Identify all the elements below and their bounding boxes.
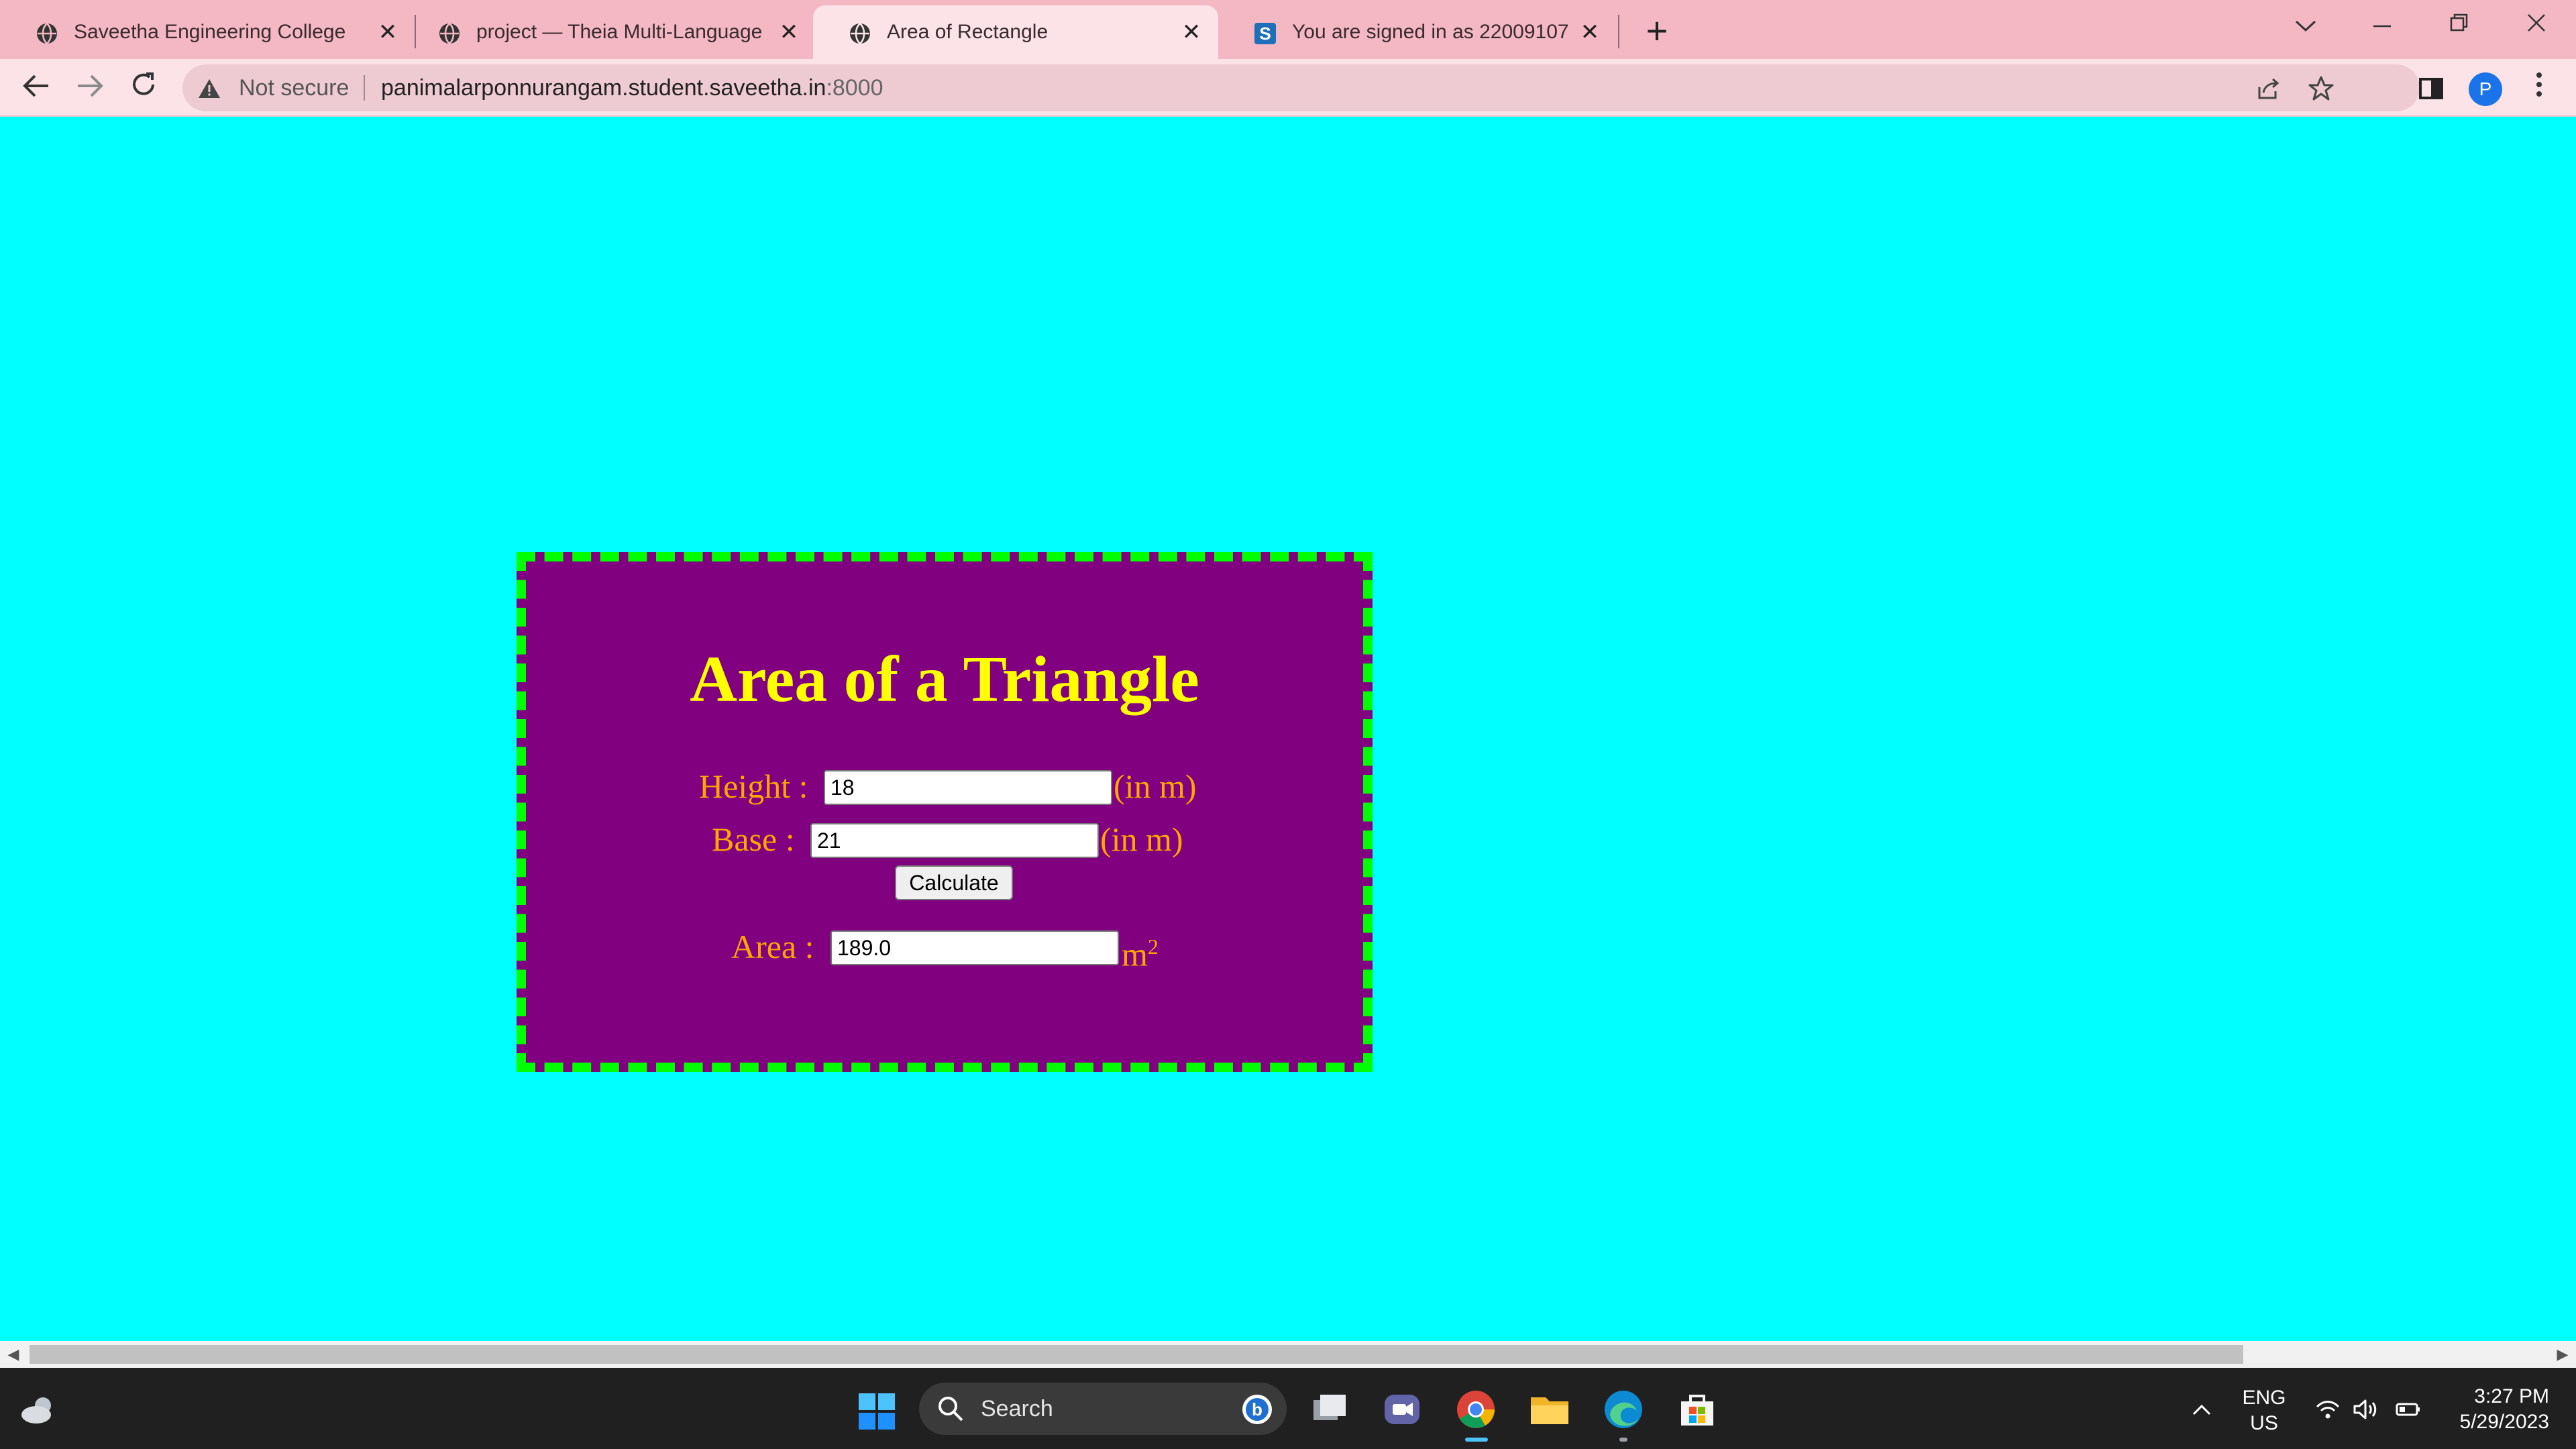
tab-label: Area of Rectangle — [887, 21, 1049, 43]
close-tab-icon[interactable]: ✕ — [1578, 20, 1602, 44]
area-unit: m2 — [1122, 926, 1159, 975]
task-view-icon[interactable] — [1308, 1388, 1351, 1431]
area-row: Area : m2 — [526, 926, 1363, 973]
bing-icon[interactable]: b — [1241, 1393, 1273, 1426]
height-label: Height : — [699, 767, 808, 805]
calculate-button[interactable]: Calculate — [895, 865, 1013, 900]
scroll-right-icon[interactable]: ▶ — [2549, 1341, 2576, 1368]
clock-time: 3:27 PM — [2474, 1385, 2549, 1407]
warning-icon[interactable] — [197, 78, 221, 99]
tab-theia[interactable]: project — Theia Multi-Language ✕ — [402, 5, 812, 59]
tab-strip: Saveetha Engineering College ✕ project —… — [0, 0, 2576, 59]
tab-label: You are signed in as 22009107 — [1292, 21, 1569, 43]
s-logo-icon: S — [1254, 23, 1276, 44]
system-clock[interactable]: 3:27 PM 5/29/2023 — [2428, 1384, 2549, 1435]
scrollbar-thumb[interactable] — [30, 1345, 2243, 1364]
base-label: Base : — [712, 820, 795, 858]
base-unit: (in m) — [1100, 820, 1183, 858]
language-indicator[interactable]: ENG US — [2234, 1385, 2294, 1436]
search-placeholder: Search — [981, 1396, 1053, 1421]
height-unit: (in m) — [1114, 767, 1197, 805]
battery-icon[interactable] — [2395, 1396, 2422, 1423]
bookmark-star-icon[interactable] — [2308, 75, 2334, 102]
edge-icon[interactable] — [1602, 1388, 1645, 1431]
svg-text:b: b — [1252, 1399, 1263, 1419]
globe-icon — [439, 23, 460, 44]
region-code: US — [2250, 1412, 2278, 1434]
tab-search-chevron-icon[interactable] — [2275, 5, 2336, 46]
area-output[interactable] — [830, 930, 1119, 965]
close-tab-icon[interactable]: ✕ — [376, 20, 400, 44]
omnibox-divider — [364, 75, 365, 101]
url-port: :8000 — [826, 75, 883, 101]
tab-label: project — Theia Multi-Language — [476, 21, 763, 43]
windows-start-icon[interactable] — [857, 1392, 896, 1431]
restore-icon[interactable] — [2428, 5, 2489, 46]
tab-label: Saveetha Engineering College — [74, 21, 346, 43]
page-title: Area of a Triangle — [690, 643, 1199, 716]
search-icon — [938, 1397, 963, 1421]
area-unit-exponent: 2 — [1147, 934, 1159, 959]
wifi-icon[interactable] — [2314, 1396, 2341, 1423]
close-tab-icon[interactable]: ✕ — [1179, 20, 1203, 44]
active-app-indicator — [1465, 1438, 1488, 1442]
security-status[interactable]: Not secure — [239, 64, 349, 111]
file-explorer-icon[interactable] — [1528, 1388, 1571, 1431]
globe-icon — [37, 23, 57, 44]
show-hidden-icons-chevron-icon[interactable] — [2188, 1392, 2215, 1424]
area-label: Area : — [731, 928, 814, 965]
base-input[interactable] — [810, 823, 1099, 858]
chrome-icon[interactable] — [1454, 1388, 1497, 1431]
tab-signed-in[interactable]: S You are signed in as 22009107 ✕ — [1218, 5, 1621, 59]
reload-icon[interactable] — [125, 70, 162, 107]
horizontal-scrollbar[interactable]: ◀ ▶ — [0, 1341, 2576, 1368]
address-bar[interactable]: Not secure panimalarponnurangam.student.… — [182, 64, 2420, 111]
browser-menu-icon[interactable] — [2529, 71, 2549, 106]
tab-area-of-rectangle[interactable]: Area of Rectangle ✕ — [813, 5, 1218, 59]
tab-separator — [1618, 15, 1619, 48]
close-tab-icon[interactable]: ✕ — [777, 20, 801, 44]
height-input[interactable] — [824, 770, 1112, 805]
back-icon[interactable] — [17, 70, 55, 107]
height-row: Height : (in m) — [526, 766, 1363, 806]
teams-chat-icon[interactable] — [1381, 1388, 1424, 1431]
globe-icon — [850, 23, 870, 44]
profile-avatar[interactable]: P — [2469, 72, 2502, 106]
close-window-icon[interactable] — [2506, 5, 2567, 46]
share-icon[interactable] — [2255, 75, 2282, 102]
windows-taskbar: Search b ENG US 3:27 PM 5/29/2023 — [0, 1368, 2576, 1449]
scroll-left-icon[interactable]: ◀ — [0, 1341, 27, 1368]
base-row: Base : (in m) — [526, 819, 1363, 859]
weather-icon[interactable] — [16, 1388, 59, 1431]
microsoft-store-icon[interactable] — [1676, 1388, 1719, 1431]
minimize-icon[interactable] — [2352, 5, 2412, 46]
new-tab-button[interactable]: + — [1637, 11, 1677, 51]
side-panel-icon[interactable] — [2415, 72, 2447, 105]
area-unit-base: m — [1122, 935, 1148, 973]
tab-saveetha[interactable]: Saveetha Engineering College ✕ — [0, 5, 409, 59]
url-host: panimalarponnurangam.student.saveetha.in — [381, 75, 826, 101]
url-text[interactable]: panimalarponnurangam.student.saveetha.in… — [381, 64, 883, 111]
browser-toolbar: Not secure panimalarponnurangam.student.… — [0, 59, 2576, 117]
language-code: ENG — [2242, 1387, 2286, 1409]
svg-text:S: S — [1259, 23, 1271, 44]
volume-icon[interactable] — [2352, 1396, 2379, 1423]
taskbar-search[interactable]: Search b — [919, 1383, 1287, 1435]
forward-icon[interactable] — [71, 70, 109, 107]
clock-date: 5/29/2023 — [2459, 1411, 2549, 1433]
triangle-area-calculator: Area of a Triangle Height : (in m) Base … — [517, 552, 1373, 1072]
running-app-indicator — [1619, 1438, 1627, 1442]
